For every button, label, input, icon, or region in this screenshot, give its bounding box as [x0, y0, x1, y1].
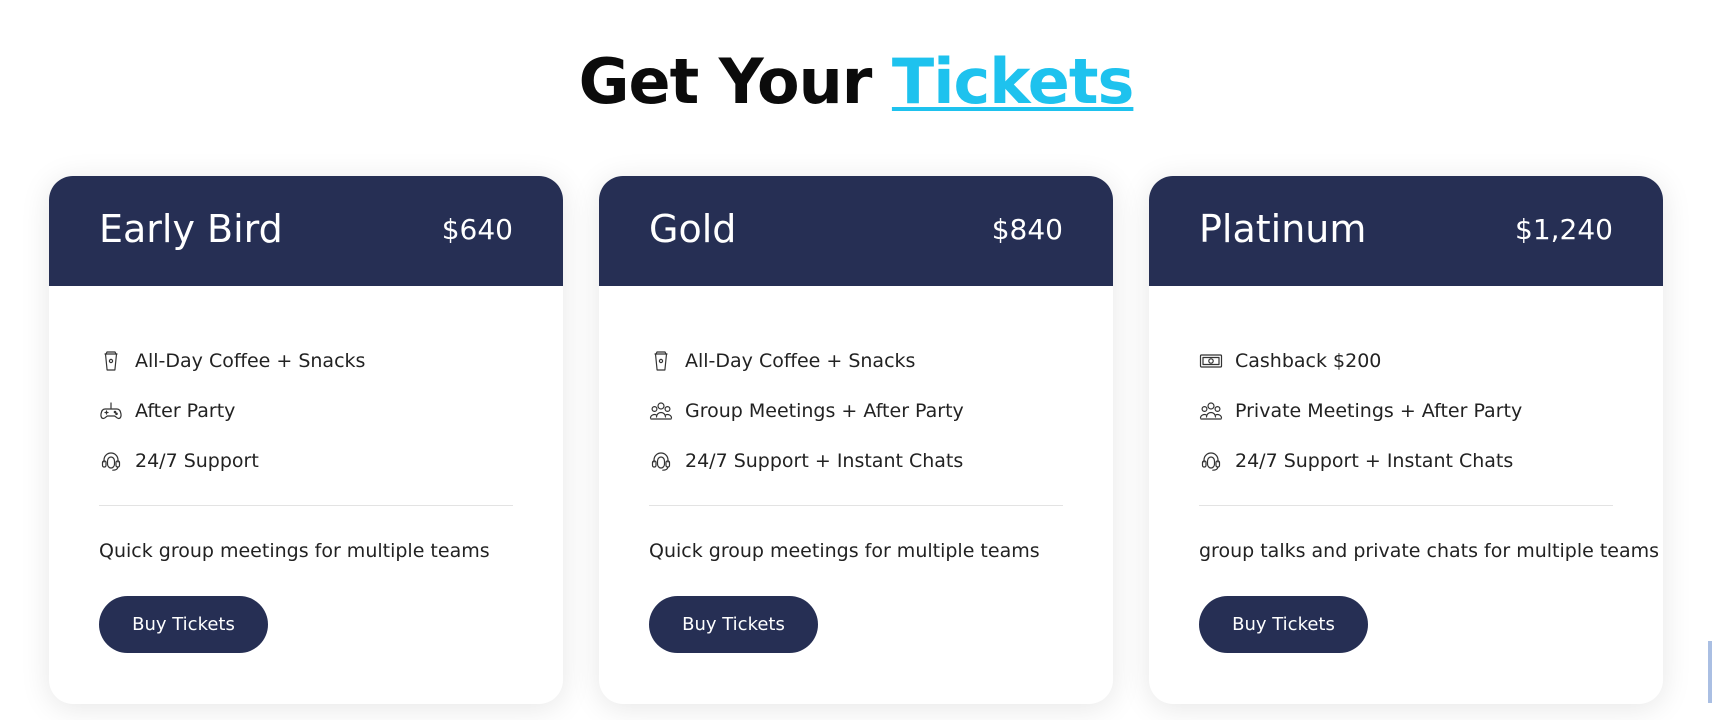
- feature-item: Private Meetings + After Party: [1199, 386, 1613, 436]
- card-title: Early Bird: [99, 207, 283, 251]
- group-meeting-icon: [649, 399, 673, 423]
- feature-item: Group Meetings + After Party: [649, 386, 1063, 436]
- card-header: Gold $840: [599, 176, 1113, 286]
- coffee-cup-icon: [649, 349, 673, 373]
- divider: [649, 505, 1063, 506]
- cash-icon: [1199, 349, 1223, 373]
- feature-item: All-Day Coffee + Snacks: [99, 336, 513, 386]
- card-header: Platinum $1,240: [1149, 176, 1663, 286]
- page-title-accent: Tickets: [891, 44, 1134, 118]
- feature-item: After Party: [99, 386, 513, 436]
- group-meeting-icon: [1199, 399, 1223, 423]
- feature-label: 24/7 Support + Instant Chats: [685, 450, 964, 472]
- feature-item: 24/7 Support + Instant Chats: [1199, 436, 1613, 486]
- divider: [1199, 505, 1613, 506]
- scrollbar-thumb[interactable]: [1708, 641, 1712, 703]
- feature-item: All-Day Coffee + Snacks: [649, 336, 1063, 386]
- buy-tickets-button[interactable]: Buy Tickets: [99, 596, 268, 653]
- card-title: Gold: [649, 207, 737, 251]
- headset-icon: [99, 449, 123, 473]
- coffee-cup-icon: [99, 349, 123, 373]
- card-price: $640: [441, 213, 513, 246]
- feature-label: Private Meetings + After Party: [1235, 400, 1523, 422]
- feature-label: All-Day Coffee + Snacks: [135, 350, 366, 372]
- headset-icon: [1199, 449, 1223, 473]
- headset-icon: [649, 449, 673, 473]
- feature-label: Cashback $200: [1235, 350, 1382, 372]
- feature-label: After Party: [135, 400, 236, 422]
- buy-tickets-button[interactable]: Buy Tickets: [1199, 596, 1368, 653]
- pricing-cards: Early Bird $640 All-Day Coffee + Snacks …: [49, 176, 1663, 704]
- feature-label: All-Day Coffee + Snacks: [685, 350, 916, 372]
- card-price: $840: [991, 213, 1063, 246]
- feature-item: 24/7 Support + Instant Chats: [649, 436, 1063, 486]
- gamepad-icon: [99, 399, 123, 423]
- page-title-prefix: Get Your: [578, 44, 873, 118]
- page-title: Get Your Tickets: [0, 42, 1712, 122]
- feature-list: Cashback $200 Private Meetings + After P…: [1199, 336, 1613, 486]
- card-description: Quick group meetings for multiple teams: [99, 540, 490, 562]
- feature-label: 24/7 Support: [135, 450, 259, 472]
- feature-label: 24/7 Support + Instant Chats: [1235, 450, 1514, 472]
- feature-list: All-Day Coffee + Snacks After Party 24/7…: [99, 336, 513, 486]
- feature-item: Cashback $200: [1199, 336, 1613, 386]
- ticket-card-gold: Gold $840 All-Day Coffee + Snacks Group …: [599, 176, 1113, 704]
- card-description: Quick group meetings for multiple teams: [649, 540, 1040, 562]
- ticket-card-platinum: Platinum $1,240 Cashback $200 Private Me…: [1149, 176, 1663, 704]
- ticket-card-early-bird: Early Bird $640 All-Day Coffee + Snacks …: [49, 176, 563, 704]
- card-description: group talks and private chats for multip…: [1199, 540, 1660, 562]
- buy-tickets-button[interactable]: Buy Tickets: [649, 596, 818, 653]
- card-price: $1,240: [1515, 213, 1613, 246]
- feature-item: 24/7 Support: [99, 436, 513, 486]
- card-title: Platinum: [1199, 207, 1367, 251]
- card-header: Early Bird $640: [49, 176, 563, 286]
- divider: [99, 505, 513, 506]
- feature-label: Group Meetings + After Party: [685, 400, 964, 422]
- feature-list: All-Day Coffee + Snacks Group Meetings +…: [649, 336, 1063, 486]
